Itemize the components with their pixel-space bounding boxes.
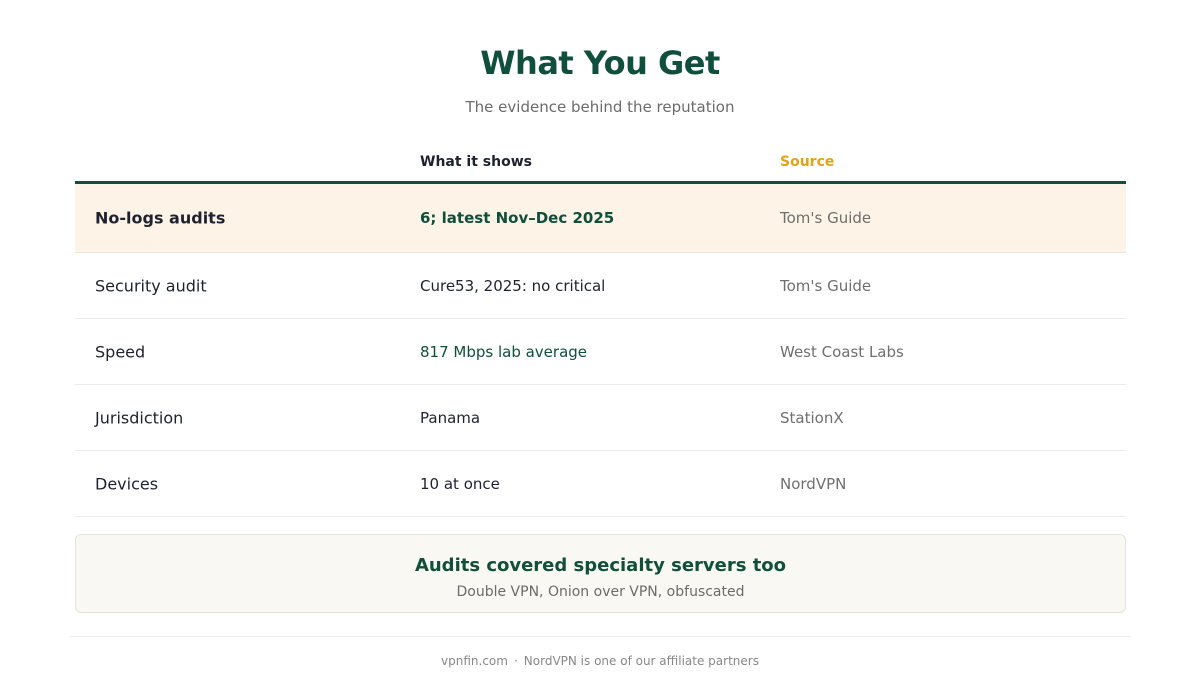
row-source: Tom's Guide [780,276,872,295]
row-value: Cure53, 2025: no critical [420,276,606,295]
row-source: Tom's Guide [780,209,872,227]
row-label: Speed [95,342,146,361]
column-header-source: Source [780,154,835,170]
callout-box: Audits covered specialty servers too Dou… [75,534,1126,613]
column-header-what: What it shows [420,154,532,170]
table-header: What it shows Source [75,150,1126,184]
footer-site: vpnfin.com [441,654,508,668]
page-subtitle: The evidence behind the reputation [465,98,735,116]
row-value: 6; latest Nov–Dec 2025 [420,209,615,227]
row-label: Devices [95,474,159,493]
callout-subtitle: Double VPN, Onion over VPN, obfuscated [456,584,745,600]
footer-separator: · [513,654,518,668]
row-label: No-logs audits [95,208,226,228]
row-label: Security audit [95,276,207,295]
table-row: Speed 817 Mbps lab average West Coast La… [75,319,1126,385]
callout-title: Audits covered specialty servers too [414,555,787,576]
row-value: Panama [420,408,481,427]
row-label: Jurisdiction [95,408,184,427]
footer-divider [70,636,1131,637]
page-title: What You Get [480,44,720,82]
evidence-table: What it shows Source No-logs audits 6; l… [75,150,1126,517]
table-row: No-logs audits 6; latest Nov–Dec 2025 To… [75,184,1126,253]
table-row: Devices 10 at once NordVPN [75,451,1126,517]
row-source: NordVPN [780,474,847,493]
row-source: StationX [780,408,844,427]
footer-disclosure: NordVPN is one of our affiliate partners [523,654,759,668]
table-row: Security audit Cure53, 2025: no critical… [75,253,1126,319]
row-value: 817 Mbps lab average [420,342,588,361]
table-row: Jurisdiction Panama StationX [75,385,1126,451]
row-source: West Coast Labs [780,342,904,361]
row-value: 10 at once [420,474,500,493]
footer: vpnfin.com · NordVPN is one of our affilia… [0,654,1200,668]
